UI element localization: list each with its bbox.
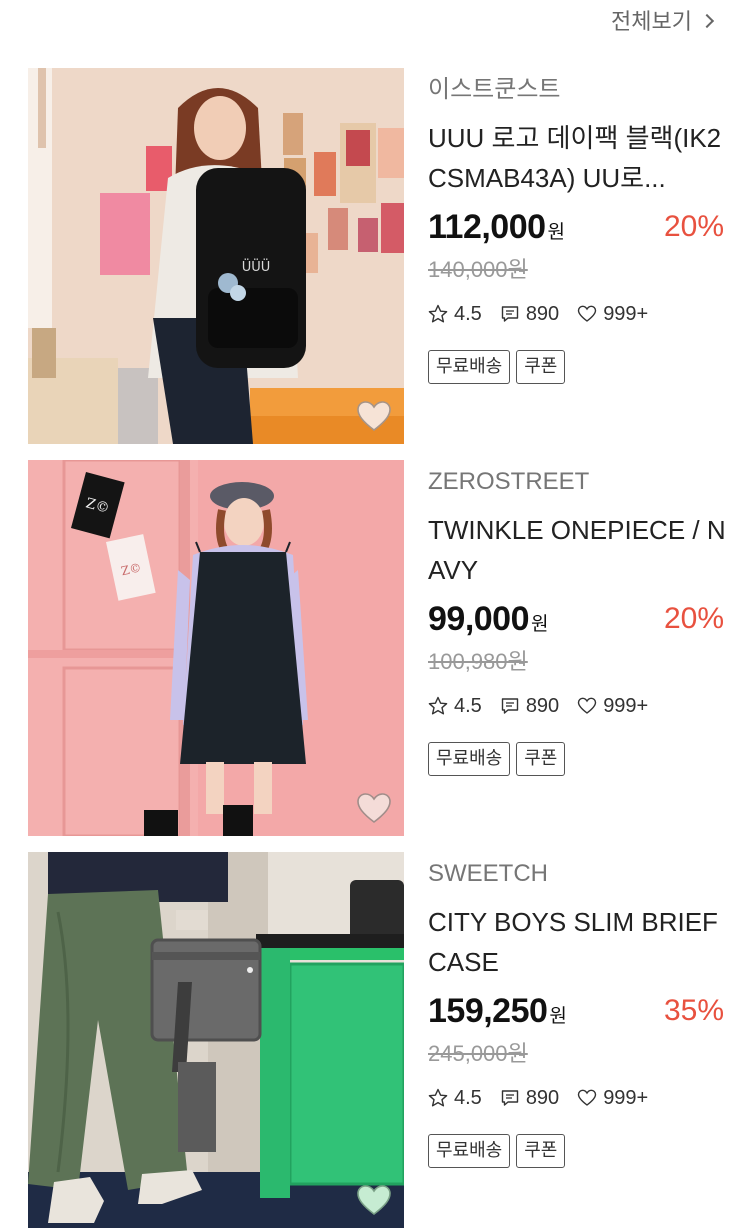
product-photo-backpack: ÜÜÜ (28, 68, 404, 444)
review-count-value: 890 (525, 1086, 560, 1109)
tag-free-shipping: 무료배송 (428, 1134, 511, 1168)
discount-rate: 20% (663, 602, 724, 635)
rating: 4.5 (428, 1087, 482, 1110)
star-icon (428, 696, 448, 715)
see-all-link[interactable]: 전체보기 (611, 4, 715, 36)
star-icon (428, 304, 448, 323)
tag-free-shipping: 무료배송 (428, 742, 511, 776)
product-name[interactable]: UUU 로고 데이팩 블랙(IK2CSMAB43A) UU로... (428, 118, 728, 198)
sale-price: 112,000 (428, 208, 546, 246)
brand-name[interactable]: ZEROSTREET (428, 466, 728, 498)
tag-free-shipping: 무료배송 (428, 350, 511, 384)
rating: 4.5 (428, 695, 482, 718)
review-count: 890 (500, 303, 559, 326)
like-count-value: 999+ (603, 1086, 649, 1109)
star-icon (428, 1088, 448, 1107)
review-count: 890 (500, 1087, 559, 1110)
tag-coupon: 쿠폰 (516, 1134, 566, 1168)
currency-unit: 원 (549, 1006, 567, 1027)
discount-rate: 35% (663, 994, 724, 1027)
rating-value: 4.5 (454, 1086, 482, 1109)
rating-value: 4.5 (454, 694, 482, 717)
currency-unit: 원 (547, 222, 566, 243)
product-image[interactable] (28, 852, 404, 1228)
like-count: 999+ (577, 1087, 648, 1110)
comment-icon (501, 1090, 519, 1106)
like-count-value: 999+ (603, 694, 649, 717)
rating: 4.5 (428, 303, 482, 326)
currency-unit: 원 (531, 614, 549, 635)
tag-coupon: 쿠폰 (516, 742, 566, 776)
review-count: 890 (500, 695, 559, 718)
discount-rate: 20% (663, 210, 724, 243)
like-count: 999+ (577, 303, 648, 326)
sale-price: 99,000 (428, 600, 530, 638)
product-card[interactable]: SWEETCH CITY BOYS SLIM BRIEFCASE 159,250… (28, 852, 728, 1228)
see-all-label: 전체보기 (611, 9, 692, 34)
heart-icon (577, 1089, 597, 1106)
heart-icon (577, 305, 597, 322)
like-heart-icon[interactable] (356, 1184, 392, 1216)
product-photo-onepiece: Z© Z© (28, 460, 404, 836)
like-count-value: 999+ (603, 302, 649, 325)
original-price: 100,980원 (428, 649, 528, 674)
chevron-right-icon (699, 13, 715, 28)
review-count-value: 890 (525, 694, 560, 717)
brand-name[interactable]: 이스트쿤스트 (428, 74, 728, 106)
product-name[interactable]: CITY BOYS SLIM BRIEFCASE (428, 902, 728, 982)
like-heart-icon[interactable] (356, 792, 392, 824)
rating-value: 4.5 (454, 302, 482, 325)
original-price: 140,000원 (428, 257, 528, 282)
comment-icon (501, 698, 519, 714)
brand-name[interactable]: SWEETCH (428, 858, 728, 890)
svg-text:ÜÜÜ: ÜÜÜ (242, 258, 271, 275)
review-count-value: 890 (525, 302, 560, 325)
tag-coupon: 쿠폰 (516, 350, 566, 384)
product-image[interactable]: ÜÜÜ (28, 68, 404, 444)
like-count: 999+ (577, 695, 648, 718)
comment-icon (501, 306, 519, 322)
sale-price: 159,250 (428, 992, 548, 1030)
product-card[interactable]: Z© Z© ZEROSTREET TWINKLE ONEPIECE / NAVY… (28, 460, 728, 836)
product-name[interactable]: TWINKLE ONEPIECE / NAVY (428, 510, 728, 590)
like-heart-icon[interactable] (356, 400, 392, 432)
product-photo-briefcase (28, 852, 404, 1228)
original-price: 245,000원 (428, 1041, 528, 1066)
heart-icon (577, 697, 597, 714)
product-card[interactable]: ÜÜÜ 이스트쿤스트 UUU 로고 데이팩 블랙(IK2CSMAB43A) UU… (28, 68, 728, 444)
product-image[interactable]: Z© Z© (28, 460, 404, 836)
